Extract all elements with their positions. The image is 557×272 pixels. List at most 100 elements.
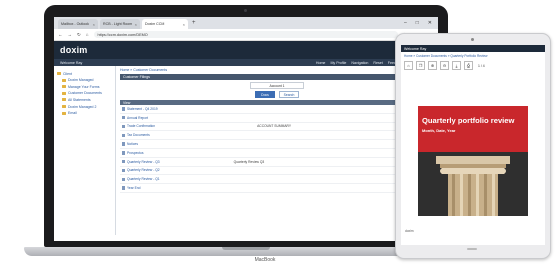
folder-icon [62,98,66,102]
close-icon[interactable]: × [183,22,185,27]
tablet-home-indicator [467,248,477,250]
tree-item[interactable]: Doxim Managed 2 [57,105,112,109]
tablet-breadcrumb[interactable]: Home » Customer Documents » Quarterly Po… [401,52,545,60]
macbook-label: MacBook [254,257,276,263]
document-row[interactable]: Tax Documents [120,131,434,141]
app-header: doxim [54,41,438,59]
zoom-in-icon[interactable]: ⊕ [428,61,437,70]
url-field[interactable]: https://ccm.doxim.com/DEMO [93,31,398,38]
maximize-button[interactable]: □ [416,20,419,26]
document-link[interactable]: Statement - Q4 2019 [127,107,158,111]
document-row[interactable]: Annual Report [120,114,434,123]
folder-icon [62,105,66,109]
refresh-icon[interactable]: ↻ [77,32,81,38]
tablet: Welcome Ray Home » Customer Documents » … [395,33,551,259]
app-subbar: Welcome Ray Home My Profile Navigation R… [54,59,438,66]
tree-item[interactable]: All Statements [57,98,112,102]
close-icon[interactable]: × [135,22,137,27]
document-row[interactable]: Quarterly Review - Q1 [120,175,434,185]
browser-tabbar: Mailbox - Outlook × RCB - Light Room × Dox… [54,17,438,29]
document-row[interactable]: Year End [120,184,434,193]
folder-icon [62,78,66,82]
tab-label: Doxim CCM [145,22,165,26]
pdf-toolbar: ⌂ ❐ ⊕ ⊖ ⤓ ⎙ 1 / 4 [401,60,545,71]
document-row[interactable]: Notices [120,140,434,149]
back-icon[interactable]: ← [58,32,63,37]
doxim-logo: doxim [60,45,88,55]
tree-item[interactable]: Customer Documents [57,91,112,95]
close-window-button[interactable]: ✕ [428,20,432,26]
app-body: Client Doxim Managed Manage Your Forms C… [54,66,438,235]
document-link[interactable]: Prospectus [127,151,144,155]
forward-icon[interactable]: → [68,32,73,37]
tree-item[interactable]: Client [57,72,112,76]
tablet-footer: doxim [405,229,414,233]
document-note: Quarterly Review Q3 [233,159,265,164]
pages-icon[interactable]: ❐ [416,61,425,70]
document-link[interactable]: Year End [127,186,140,190]
document-link[interactable]: Notices [127,142,138,146]
document-row[interactable]: Quarterly Review - Q2 [120,167,434,176]
document-row[interactable]: Quarterly Review - Q3 Quarterly Review Q3 [120,158,434,167]
tree-item-label: Doxim Managed 2 [68,104,97,109]
tree-item-label: Manage Your Forms [68,84,100,89]
tree-item[interactable]: Doxim Managed [57,78,112,82]
document-icon [122,151,125,155]
folder-icon [62,91,66,95]
document-icon [122,133,125,138]
tree-item-label: Email [68,111,77,116]
download-icon[interactable]: ⤓ [452,61,461,70]
sidebar-tree: Client Doxim Managed Manage Your Forms C… [54,66,116,235]
document-link[interactable]: Tax Documents [127,133,150,137]
document-row[interactable]: Statement - Q4 2019 [120,105,434,114]
camera-icon [244,9,247,12]
toggle-docs[interactable]: Docs [255,91,275,98]
document-icon [122,177,125,182]
header-link-profile[interactable]: My Profile [330,61,346,65]
print-icon[interactable]: ⎙ [464,61,473,70]
minimize-button[interactable]: – [404,20,407,26]
folder-icon [57,72,61,76]
document-link[interactable]: Quarterly Review - Q2 [127,168,160,172]
folder-icon [62,111,66,115]
tab-label: Mailbox - Outlook [61,22,89,26]
document-icon [122,124,125,129]
account-select[interactable]: Account 1 [250,82,304,89]
header-link-navigation[interactable]: Navigation [351,61,368,65]
browser-tab[interactable]: Mailbox - Outlook × [58,19,98,29]
document-icon [122,159,125,164]
tree-item-label: All Statements [68,97,91,102]
panel-title: Customer Filings [120,74,434,80]
document-row[interactable]: Prospectus [120,149,434,158]
tab-label: RCB - Light Room [103,22,133,26]
document-icon [122,168,125,173]
tree-item-label: Customer Documents [68,91,102,96]
zoom-out-icon[interactable]: ⊖ [440,61,449,70]
document-link[interactable]: Quarterly Review - Q1 [127,177,160,181]
view-toggle: Docs Search [120,91,434,98]
home-icon[interactable]: ⌂ [86,32,89,37]
address-bar: ← → ↻ ⌂ https://ccm.doxim.com/DEMO ☆ ⧉ ☺… [54,29,438,41]
tablet-header: Welcome Ray [401,45,545,52]
window-controls: – □ ✕ [404,20,438,26]
document-icon [122,107,125,111]
home-icon[interactable]: ⌂ [404,61,413,70]
document-link[interactable]: Quarterly Review - Q3 [127,160,160,164]
toggle-search[interactable]: Search [279,91,299,98]
tree-item[interactable]: Manage Your Forms [57,85,112,89]
breadcrumb[interactable]: Home » Customer Documents [120,68,434,72]
browser-tab[interactable]: RCB - Light Room × [100,19,140,29]
new-tab-button[interactable]: + [192,20,196,26]
document-link[interactable]: Trade Confirmation [127,124,155,128]
document-row[interactable]: Trade Confirmation ACCOUNT SUMMARY [120,123,434,132]
header-link-reset[interactable]: Reset [373,61,382,65]
laptop-lid: Mailbox - Outlook × RCB - Light Room × Dox… [44,5,448,247]
browser-tab-active[interactable]: Doxim CCM × [142,19,188,29]
laptop: Mailbox - Outlook × RCB - Light Room × Dox… [24,5,468,263]
close-icon[interactable]: × [93,22,95,27]
header-link-home[interactable]: Home [316,61,326,65]
document-link[interactable]: Annual Report [127,116,148,120]
tablet-screen: Welcome Ray Home » Customer Documents » … [401,45,545,245]
tree-item[interactable]: Email [57,111,112,115]
cover-title: Quarterly portfolio review [422,116,515,125]
